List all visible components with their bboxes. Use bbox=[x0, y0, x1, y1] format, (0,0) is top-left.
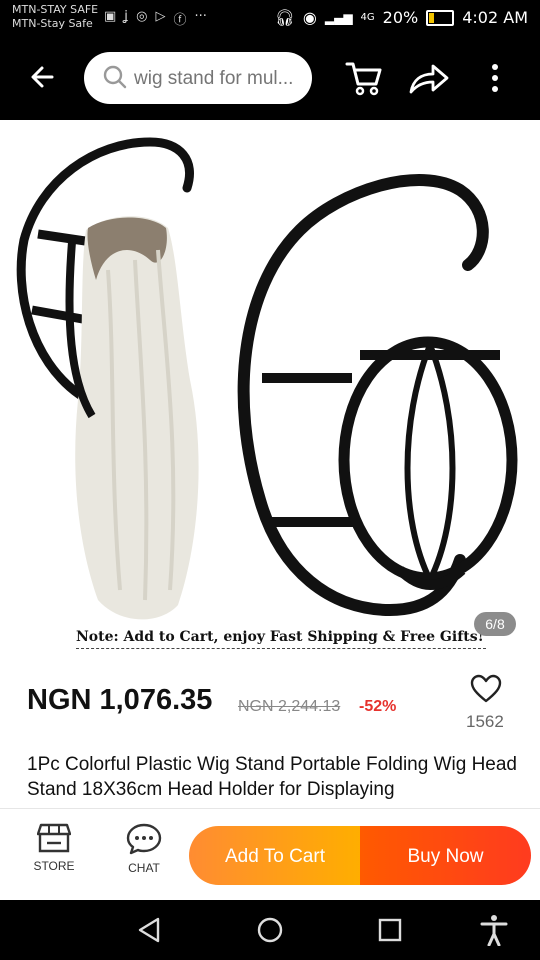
accessibility-icon[interactable] bbox=[474, 914, 514, 946]
network-type: 4G bbox=[360, 12, 375, 23]
more-menu-icon[interactable] bbox=[483, 58, 507, 98]
carrier-info: MTN-STAY SAFE MTN-Stay Safe bbox=[12, 3, 98, 31]
original-price: NGN 2,244.13 bbox=[238, 698, 341, 715]
buy-now-button[interactable]: Buy Now bbox=[360, 826, 531, 885]
search-icon bbox=[103, 65, 127, 89]
jiji-icon: ʝ bbox=[124, 9, 129, 24]
store-icon bbox=[37, 823, 71, 853]
nav-recents-icon[interactable] bbox=[370, 914, 410, 946]
nav-back-icon[interactable] bbox=[130, 914, 170, 946]
clock: 4:02 AM bbox=[462, 8, 528, 27]
nav-home-icon[interactable] bbox=[250, 914, 290, 946]
top-bar bbox=[0, 38, 540, 120]
wishlist-heart-icon[interactable] bbox=[470, 673, 502, 705]
app-notification-icon: ▣ bbox=[104, 9, 117, 24]
chat-label: CHAT bbox=[128, 861, 160, 875]
carrier-line1: MTN-STAY SAFE bbox=[12, 3, 99, 16]
cart-icon[interactable] bbox=[345, 58, 383, 98]
battery-percent: 20% bbox=[382, 8, 419, 27]
store-button[interactable]: STORE bbox=[24, 823, 84, 873]
battery-icon bbox=[426, 9, 455, 26]
add-to-cart-button[interactable]: Add To Cart bbox=[189, 826, 361, 885]
wishlist-count: 1562 bbox=[466, 712, 504, 731]
carrier-line2: MTN-Stay Safe bbox=[12, 17, 93, 30]
signal-icon: ▂▄▆ bbox=[324, 10, 353, 25]
chat-button[interactable]: CHAT bbox=[114, 823, 174, 875]
system-status: 🎧︎ ◉ ▂▄▆ 4G 20% 4:02 AM bbox=[275, 8, 528, 27]
product-image-carousel[interactable]: Note: Add to Cart, enjoy Fast Shipping &… bbox=[0, 120, 540, 665]
bottom-action-bar: STORE CHAT Add To Cart Buy Now bbox=[0, 808, 540, 901]
more-notifications-icon: ··· bbox=[194, 9, 207, 24]
headset-icon: 🎧︎ bbox=[274, 8, 295, 27]
search-bar[interactable] bbox=[84, 52, 312, 104]
opera-icon: ◎ bbox=[136, 9, 148, 24]
chat-icon bbox=[126, 823, 162, 855]
notification-icons: ▣ ʝ ◎ ▷ ⓕ ··· bbox=[104, 9, 207, 28]
image-counter: 6/8 bbox=[474, 612, 516, 636]
facebook-icon: ⓕ bbox=[173, 13, 187, 28]
product-title: 1Pc Colorful Plastic Wig Stand Portable … bbox=[27, 754, 518, 805]
back-arrow-icon[interactable] bbox=[26, 60, 60, 94]
play-icon: ▷ bbox=[155, 9, 166, 24]
current-price: NGN 1,076.35 bbox=[27, 684, 213, 716]
system-nav-bar bbox=[0, 900, 540, 960]
image-note: Note: Add to Cart, enjoy Fast Shipping &… bbox=[76, 629, 486, 649]
status-bar: MTN-STAY SAFE MTN-Stay Safe ▣ ʝ ◎ ▷ ⓕ ··… bbox=[0, 0, 540, 38]
eye-icon: ◉ bbox=[302, 8, 317, 27]
share-icon[interactable] bbox=[407, 58, 451, 98]
product-image bbox=[16, 137, 518, 620]
store-label: STORE bbox=[33, 859, 75, 873]
search-input[interactable] bbox=[132, 60, 306, 98]
discount-badge: -52% bbox=[359, 698, 397, 715]
